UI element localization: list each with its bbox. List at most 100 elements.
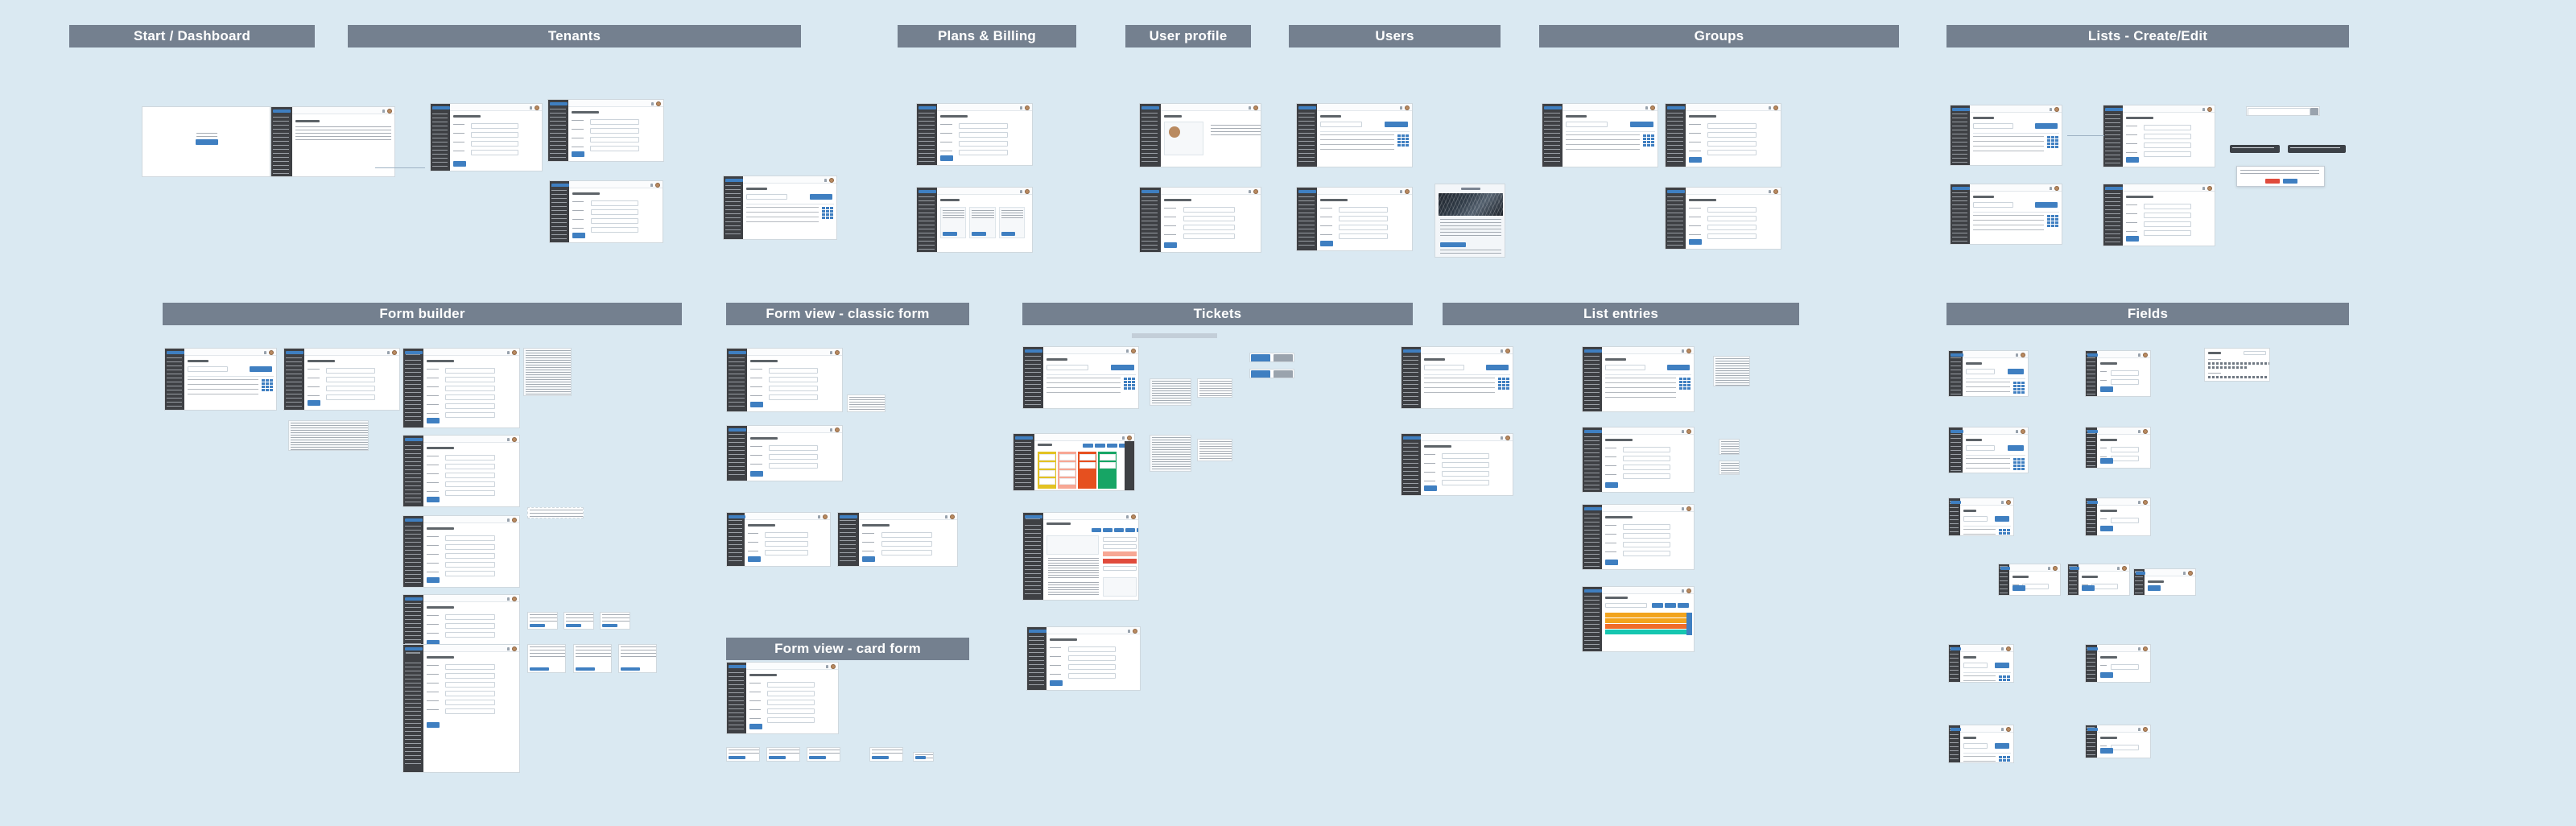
bell-icon[interactable] [2202,186,2205,190]
form-input[interactable] [1707,141,1757,147]
mini-button[interactable] [602,624,617,627]
bell-icon[interactable] [651,101,654,105]
app-sidebar[interactable] [727,663,746,733]
bell-icon[interactable] [1769,105,1771,109]
user-avatar[interactable] [2006,726,2011,732]
form-input[interactable] [1183,233,1236,239]
kanban-card[interactable] [1059,454,1075,460]
table-rows[interactable] [1966,382,2010,396]
icon-search-input[interactable] [2244,351,2266,355]
user-avatar[interactable] [835,349,840,355]
toolbar-button[interactable] [1678,603,1689,608]
ticket-drag-handle[interactable] [1132,333,1217,338]
list-overview-screen[interactable] [1950,105,2062,166]
app-sidebar[interactable] [2086,645,2097,682]
form-submit-button[interactable] [1050,680,1063,686]
search-input[interactable] [1046,365,1089,370]
form-input[interactable] [1339,216,1389,221]
app-sidebar[interactable] [403,516,423,587]
form-input[interactable] [2144,221,2192,227]
sidebar-nav-items[interactable] [1584,514,1600,567]
field-edit-screen-2[interactable] [2085,427,2151,469]
primary-action-button[interactable] [1630,122,1653,127]
form-submit-button[interactable] [2100,458,2113,464]
user-avatar[interactable] [2006,499,2011,505]
bell-icon[interactable] [2050,107,2052,111]
app-sidebar[interactable] [2086,427,2097,468]
menu-items[interactable] [849,397,885,411]
app-sidebar[interactable] [1949,645,1960,682]
app-sidebar[interactable] [1951,184,1970,244]
ticket-status-field[interactable] [1103,537,1137,542]
sidebar-nav-items[interactable] [919,112,935,163]
user-avatar[interactable] [2143,726,2148,732]
sidebar-nav-items[interactable] [1141,112,1158,164]
confirm-dialog[interactable] [2236,166,2325,187]
form-submit-button[interactable] [1424,485,1437,491]
table-rows[interactable] [1605,378,1676,398]
user-avatar[interactable] [1025,188,1030,194]
form-input[interactable] [764,532,809,538]
entries-filter-screen[interactable] [1582,504,1695,570]
search-input[interactable] [188,366,229,372]
mini-button[interactable] [729,756,745,759]
field-row-screen-3[interactable] [2133,568,2196,596]
form-input[interactable] [590,119,640,125]
form-input[interactable] [590,146,640,151]
toolbar-button[interactable] [1652,603,1663,608]
sidebar-nav-items[interactable] [2069,568,2078,594]
search-input[interactable] [1973,202,2014,208]
search-control[interactable] [2246,106,2320,116]
app-sidebar[interactable] [727,426,747,481]
user-avatar[interactable] [1025,105,1030,110]
table-rows[interactable] [1973,215,2044,233]
form-submit-button[interactable] [748,556,761,562]
bell-icon[interactable] [830,350,832,354]
user-avatar[interactable] [392,349,397,355]
fb-card-2[interactable] [573,644,612,673]
form-input[interactable] [1623,524,1671,530]
bell-icon[interactable] [2117,566,2120,570]
form-input[interactable] [445,614,495,620]
card-form-field-4[interactable] [869,747,903,762]
form-input[interactable] [471,123,519,129]
field-row-screen-1[interactable] [1998,564,2061,596]
bell-icon[interactable] [1020,105,1022,109]
form-submit-button[interactable] [1605,482,1618,488]
entries-popover-2[interactable] [1719,439,1740,455]
ticket-action-panel[interactable] [1150,435,1191,472]
form-input[interactable] [445,708,495,714]
entry-color-bar[interactable] [1605,613,1687,617]
form-input[interactable] [1707,207,1757,213]
sidebar-nav-items[interactable] [1025,355,1041,406]
form-input[interactable] [2111,447,2139,452]
form-input[interactable] [769,377,819,382]
form-input[interactable] [767,700,815,705]
ticket-badge-2[interactable] [1249,369,1294,378]
form-input[interactable] [445,632,495,638]
classic-form-filled[interactable] [726,425,843,481]
app-sidebar[interactable] [1023,347,1043,408]
table-rows[interactable] [1424,378,1495,397]
kanban-card[interactable] [1038,478,1055,485]
field-edit-screen-3[interactable] [2085,498,2151,536]
bell-icon[interactable] [1400,105,1402,109]
sidebar-nav-items[interactable] [1950,730,1959,762]
search-input[interactable] [1605,365,1646,370]
primary-action-button[interactable] [1995,743,2009,749]
user-avatar[interactable] [2021,428,2025,434]
primary-action-button[interactable] [1486,365,1509,370]
form-input[interactable] [769,463,819,469]
form-input[interactable] [2022,584,2050,589]
user-avatar[interactable] [512,349,517,355]
bell-icon[interactable] [1400,189,1402,193]
form-input[interactable] [2111,379,2139,385]
sidebar-nav-items[interactable] [1950,503,1959,535]
user-avatar[interactable] [2143,499,2148,505]
search-input[interactable] [1605,603,1647,608]
search-input[interactable] [1966,445,1995,451]
user-avatar[interactable] [1686,428,1691,434]
confirm-cancel-button[interactable] [2283,179,2297,184]
table-rows[interactable] [1963,675,1996,682]
row-action-buttons[interactable] [2047,215,2058,227]
